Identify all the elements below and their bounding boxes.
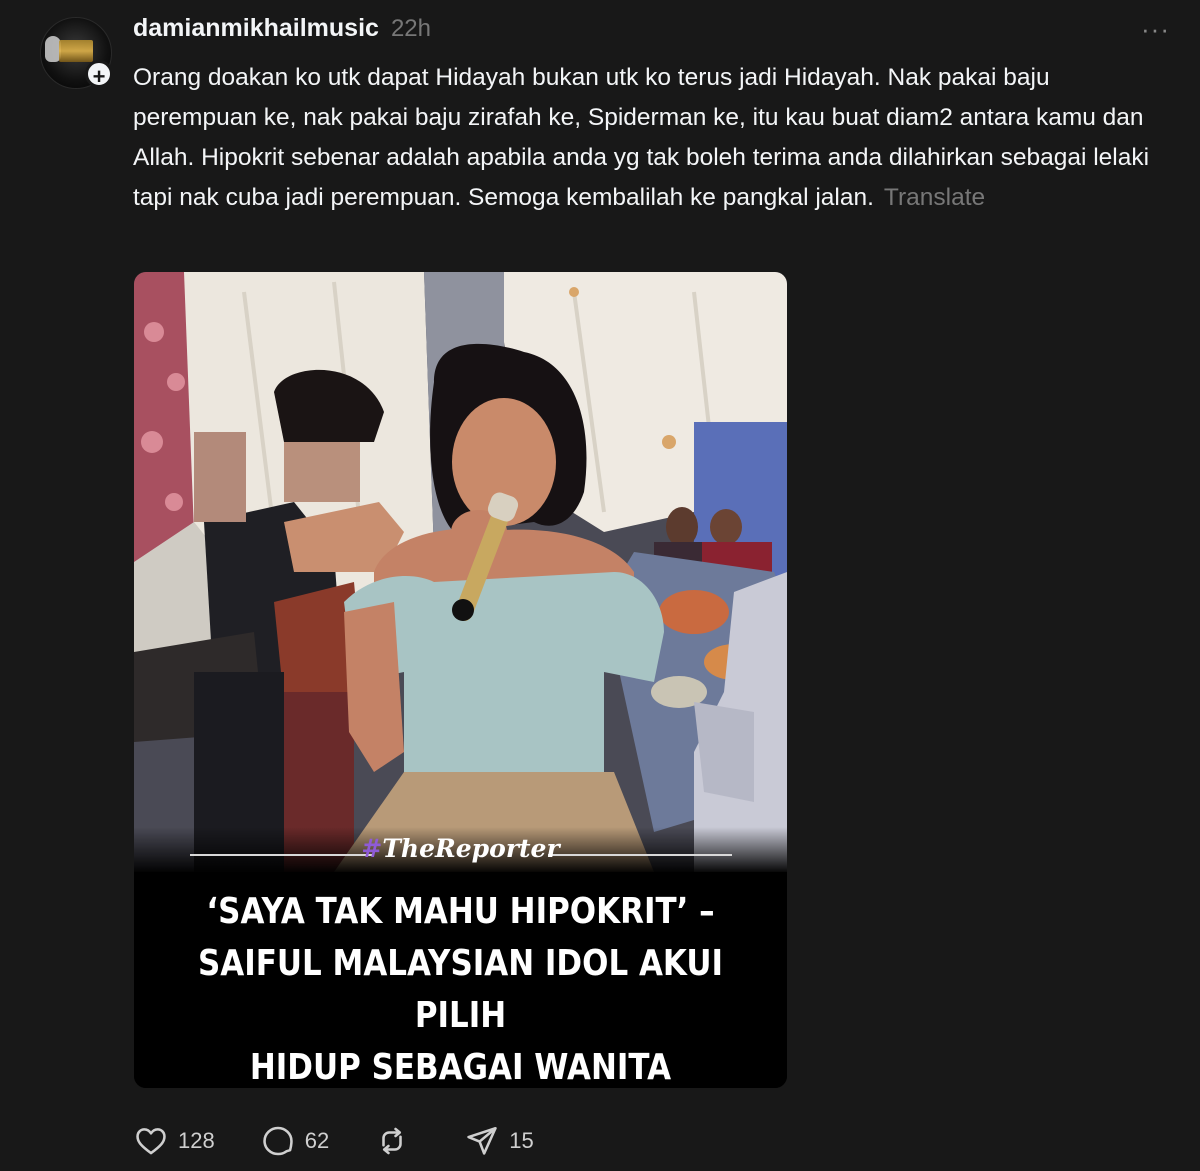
share-count: 15: [509, 1128, 534, 1153]
post-header: damianmikhailmusic 22h: [133, 14, 431, 43]
post-image[interactable]: #TheReporter ‘SAYA TAK MAHU HIPOKRIT’ – …: [134, 272, 787, 1088]
username-link[interactable]: damianmikhailmusic: [133, 14, 379, 43]
more-options-icon[interactable]: ···: [1141, 14, 1170, 45]
brand-hash: #: [361, 834, 383, 863]
headline-line-2: SAIFUL MALAYSIAN IDOL AKUI PILIH: [197, 943, 724, 1036]
share-button[interactable]: 15: [465, 1124, 534, 1158]
photo-scene: [134, 272, 787, 872]
post-body: Orang doakan ko utk dapat Hidayah bukan …: [133, 58, 1173, 218]
post-timestamp[interactable]: 22h: [391, 15, 431, 43]
translate-link[interactable]: Translate: [884, 184, 985, 211]
comment-icon: [262, 1126, 293, 1156]
post-text: Orang doakan ko utk dapat Hidayah bukan …: [133, 64, 1150, 211]
image-headline: ‘SAYA TAK MAHU HIPOKRIT’ – SAIFUL MALAYS…: [197, 886, 724, 1088]
action-bar: 128 62 15: [134, 1124, 580, 1158]
avatar-logo-graphic: [59, 40, 93, 62]
heart-icon: [136, 1128, 166, 1155]
follow-button[interactable]: +: [85, 60, 113, 89]
repost-icon: [382, 1127, 402, 1155]
like-count: 128: [178, 1128, 215, 1153]
headline-line-3: HIDUP SEBAGAI WANITA: [249, 1047, 672, 1088]
share-icon: [467, 1126, 497, 1155]
avatar[interactable]: +: [40, 17, 113, 89]
reply-button[interactable]: 62: [261, 1124, 329, 1158]
brand-name: TheReporter: [382, 834, 560, 863]
brand-watermark: #TheReporter: [134, 834, 787, 863]
headline-line-1: ‘SAYA TAK MAHU HIPOKRIT’ –: [206, 891, 715, 932]
repost-button[interactable]: [375, 1124, 419, 1158]
like-button[interactable]: 128: [134, 1124, 215, 1158]
reply-count: 62: [304, 1128, 330, 1153]
